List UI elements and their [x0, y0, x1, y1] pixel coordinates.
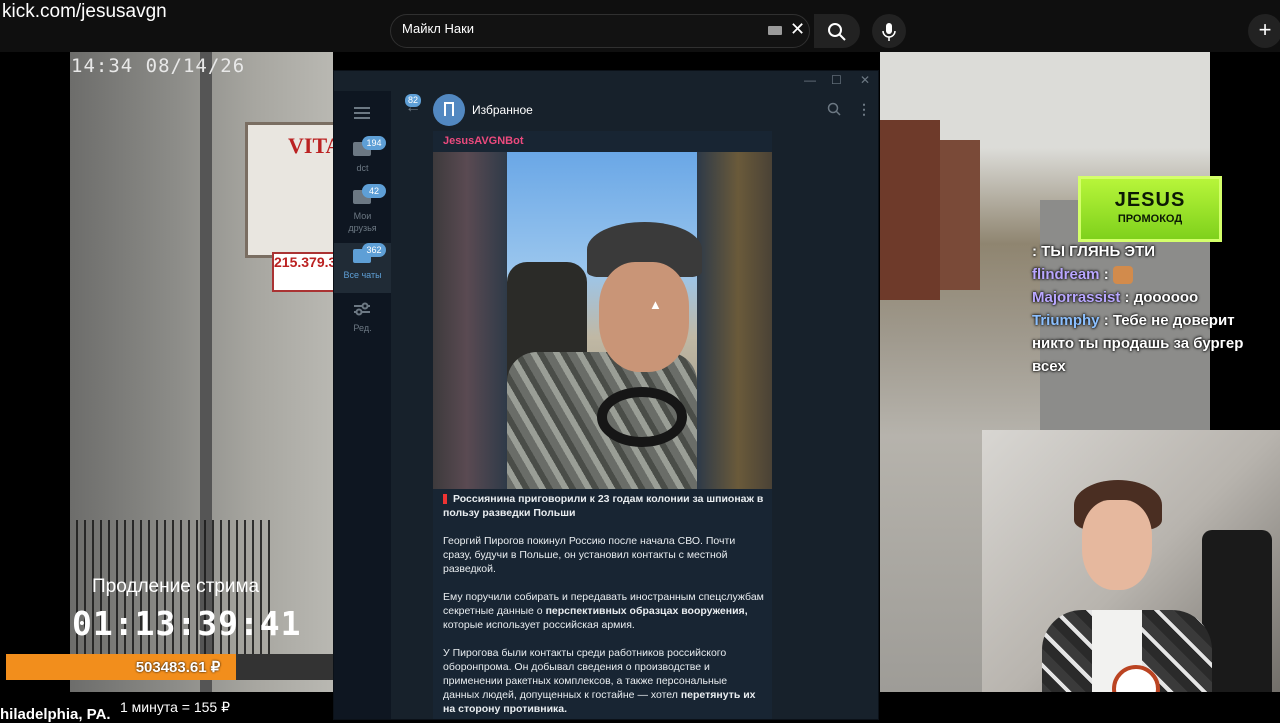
keyboard-icon[interactable]: [768, 26, 782, 35]
search-icon[interactable]: [827, 102, 841, 116]
hamburger-menu-icon[interactable]: [354, 107, 370, 119]
window-titlebar: — ☐ ✕: [334, 71, 878, 91]
chat-username: Triumphy: [1032, 312, 1100, 329]
storefront-sign: VITA: [245, 122, 341, 258]
folder-all-chats[interactable]: 362 Все чаты: [334, 243, 391, 293]
search-button[interactable]: [814, 14, 860, 48]
chat-message: flindream :: [1032, 263, 1278, 286]
search-query[interactable]: Майкл Наки: [402, 21, 474, 36]
sliders-icon: [354, 302, 370, 316]
maximize-icon[interactable]: ☐: [831, 73, 842, 87]
chat-message: : ТЫ ГЛЯНЬ ЭТИ: [1032, 240, 1278, 263]
folder-label: Ред.: [353, 323, 372, 333]
promo-subtitle: ПРОМОКОД: [1117, 213, 1183, 225]
telegram-window: — ☐ ✕ 194 dct 42 Мои друзья 362 Все чаты…: [333, 70, 879, 720]
promo-badge: JESUS ПРОМОКОД: [1078, 176, 1222, 242]
camera-timestamp: 14:34 08/14/26: [71, 55, 246, 77]
more-options-icon[interactable]: ⋮: [857, 101, 871, 118]
extension-label: Продление стрима: [92, 576, 260, 597]
chat-header: ← 82 Избранное ⋮: [391, 91, 878, 131]
microphone-icon: [882, 23, 896, 41]
chat-text: : дoooooo: [1124, 289, 1199, 306]
message-paragraph: Ему поручили собирать и передавать иност…: [443, 590, 765, 632]
rowhouse: [880, 120, 940, 300]
folder-sidebar: 194 dct 42 Мои друзья 362 Все чаты Ред.: [334, 91, 391, 719]
message-text: Россиянина приговорили к 23 годам колони…: [443, 492, 765, 719]
message-bubble[interactable]: JesusAVGNBot ▲ Россиянина приговорили к …: [433, 131, 772, 719]
unread-badge: 42: [362, 184, 386, 198]
message-sender[interactable]: JesusAVGNBot: [443, 135, 523, 147]
folder-label: Мои друзья: [348, 211, 377, 233]
folder-label: Все чаты: [343, 270, 382, 280]
text-span: которые использует российская армия.: [443, 619, 635, 631]
red-exclamation-icon: [443, 494, 447, 505]
message-headline: Россиянина приговорили к 23 годам колони…: [443, 493, 764, 519]
message-paragraph: У Пирогова были контакты среди работнико…: [443, 646, 765, 716]
folder-label: dct: [356, 163, 369, 173]
donation-amount: 503483.61 ₽: [135, 659, 221, 676]
phone-sign: 215.379.3: [272, 252, 337, 292]
saved-messages-icon: [433, 94, 465, 126]
chat-message: Triumphy : Тебе не доверит никто ты прод…: [1032, 309, 1278, 378]
chat-text: :: [1103, 266, 1109, 283]
message-photo[interactable]: ▲: [433, 152, 772, 489]
page-url: kick.com/jesusavgn: [2, 1, 167, 22]
unread-badge: 362: [362, 243, 386, 257]
new-tab-button[interactable]: +: [1248, 14, 1280, 48]
rowhouse: [940, 140, 980, 290]
unread-badge: 194: [362, 136, 386, 150]
back-unread-badge: 82: [405, 94, 422, 107]
message-paragraph: Георгий Пирогов покинул Россию после нач…: [443, 535, 736, 575]
extension-rate: 1 минута = 155 ₽: [120, 699, 231, 715]
close-icon[interactable]: ✕: [860, 73, 870, 87]
minimize-icon[interactable]: —: [804, 73, 816, 87]
chat-username: flindream: [1032, 266, 1100, 283]
chat-title[interactable]: Избранное: [472, 103, 533, 117]
emote-icon: [1112, 266, 1133, 285]
promo-title: JESUS: [1114, 189, 1186, 211]
bold-span: перспективных образцах вооружения,: [545, 605, 748, 617]
streamer: [1042, 460, 1212, 720]
folder-edit[interactable]: Ред.: [334, 296, 391, 346]
chat-overlay: : ТЫ ГЛЯНЬ ЭТИ flindream : Majorrassist …: [1032, 240, 1278, 378]
clear-icon[interactable]: ✕: [790, 19, 805, 40]
voice-search-button[interactable]: [872, 14, 906, 48]
folder-dct[interactable]: 194 dct: [334, 136, 391, 186]
folder-my-friends[interactable]: 42 Мои друзья: [334, 184, 391, 239]
chat-message: Majorrassist : дoooooo: [1032, 286, 1278, 309]
location-label: hiladelphia, PA.: [0, 706, 111, 723]
search-icon: [828, 23, 846, 41]
mouse-cursor-icon: ▲: [649, 297, 662, 312]
chat-username: Majorrassist: [1032, 289, 1121, 306]
extension-timer: 01:13:39:41: [72, 604, 302, 643]
streamer-webcam: [982, 430, 1280, 720]
chat-text: : ТЫ ГЛЯНЬ ЭТИ: [1032, 243, 1156, 260]
